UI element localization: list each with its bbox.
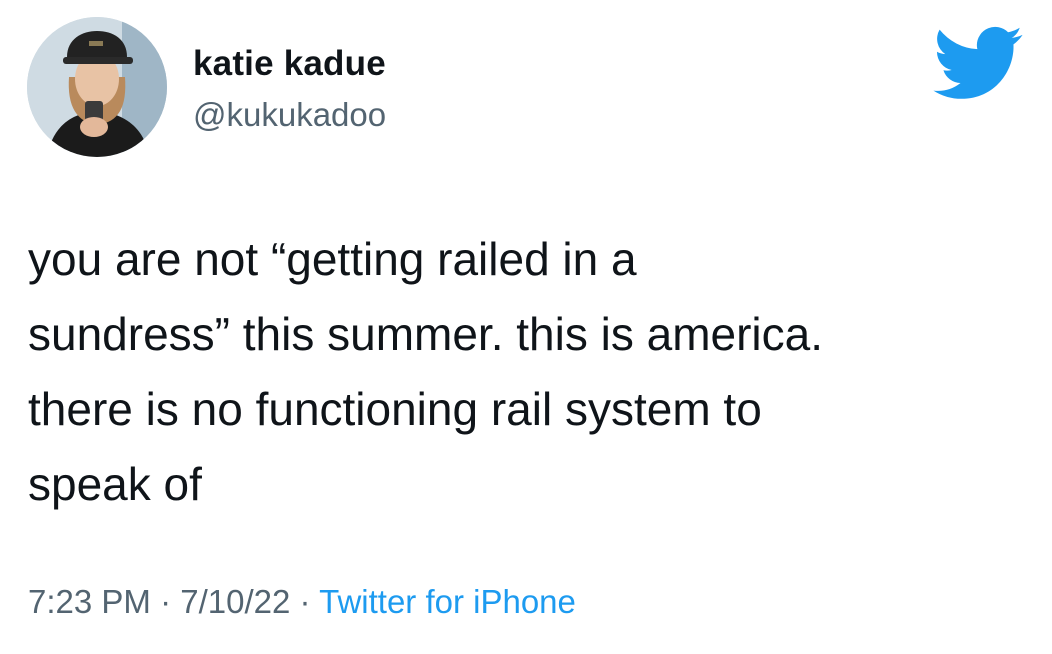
avatar[interactable] [27, 17, 167, 157]
tweet-time[interactable]: 7:23 PM [28, 583, 151, 620]
author-handle[interactable]: @kukukadoo [193, 96, 386, 134]
tweet-text: you are not “getting railed in a sundres… [28, 222, 1038, 522]
tweet-date[interactable]: 7/10/22 [180, 583, 290, 620]
tweet-text-line: speak of [28, 458, 202, 510]
meta-separator: · [160, 583, 172, 620]
avatar-photo [27, 17, 167, 157]
meta-separator: · [299, 583, 311, 620]
tweet-card: katie kadue @kukukadoo you are not “gett… [0, 0, 1052, 654]
tweet-text-line: you are not “getting railed in a [28, 233, 637, 285]
tweet-text-line: there is no functioning rail system to [28, 383, 762, 435]
author-display-name[interactable]: katie kadue [193, 44, 386, 84]
tweet-text-line: sundress” this summer. this is america. [28, 308, 824, 360]
tweet-source-link[interactable]: Twitter for iPhone [319, 583, 576, 620]
twitter-bird-icon[interactable] [932, 26, 1024, 102]
tweet-metadata: 7:23 PM · 7/10/22 · Twitter for iPhone [28, 583, 576, 621]
